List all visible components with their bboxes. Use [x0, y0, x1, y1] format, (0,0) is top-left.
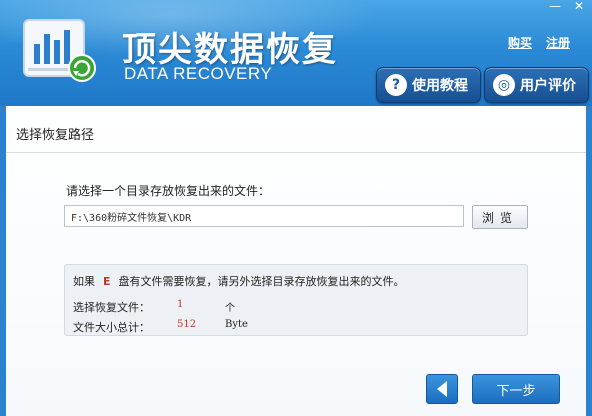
- app-logo-icon: [23, 19, 96, 82]
- file-size-unit: Byte: [225, 319, 248, 330]
- file-count-value: 1: [177, 299, 184, 310]
- path-prompt: 请选择一个目录存放恢复出来的文件：: [66, 184, 271, 198]
- buy-link[interactable]: 购买: [508, 34, 532, 51]
- section-divider: [6, 152, 586, 153]
- register-link[interactable]: 注册: [546, 34, 570, 51]
- review-label: 用户评价: [520, 78, 576, 94]
- info-box: 如果 E 盘有文件需要恢复，请另外选择目录存放恢复出来的文件。 选择恢复文件： 1 …: [64, 264, 528, 336]
- review-icon: ◎: [493, 74, 515, 96]
- back-arrow-icon: [437, 381, 447, 397]
- main-panel: 选择恢复路径 请选择一个目录存放恢复出来的文件： 浏览 如果 E 盘有文件需要恢复，…: [0, 106, 592, 416]
- path-input[interactable]: [64, 205, 464, 227]
- info-drive-letter: E: [103, 275, 111, 288]
- file-count-label: 选择恢复文件：: [73, 301, 150, 314]
- close-button[interactable]: ✕: [572, 0, 586, 12]
- window-controls: — ✕: [548, 0, 586, 12]
- tutorial-label: 使用教程: [412, 78, 468, 94]
- info-suffix: 盘有文件需要恢复，请另外选择目录存放恢复出来的文件。: [118, 275, 405, 288]
- help-icon: ?: [385, 74, 407, 96]
- info-message: 如果 E 盘有文件需要恢复，请另外选择目录存放恢复出来的文件。: [73, 273, 405, 289]
- tutorial-button[interactable]: ? 使用教程: [376, 67, 481, 103]
- info-prefix: 如果: [73, 275, 95, 288]
- top-links: 购买 注册: [508, 34, 570, 51]
- app-subtitle: DATA RECOVERY: [124, 64, 273, 83]
- file-size-value: 512: [177, 319, 197, 330]
- next-step-button[interactable]: 下一步: [472, 374, 560, 404]
- section-title: 选择恢复路径: [16, 128, 95, 143]
- file-count-unit: 个: [225, 303, 235, 314]
- file-size-label: 文件大小总计：: [73, 321, 150, 334]
- browse-button[interactable]: 浏览: [472, 205, 528, 229]
- back-button[interactable]: [426, 374, 458, 404]
- app-header: 顶尖数据恢复 DATA RECOVERY — ✕ 购买 注册 ? 使用教程 ◎ …: [0, 0, 592, 106]
- minimize-button[interactable]: —: [548, 0, 562, 12]
- review-button[interactable]: ◎ 用户评价: [484, 67, 589, 103]
